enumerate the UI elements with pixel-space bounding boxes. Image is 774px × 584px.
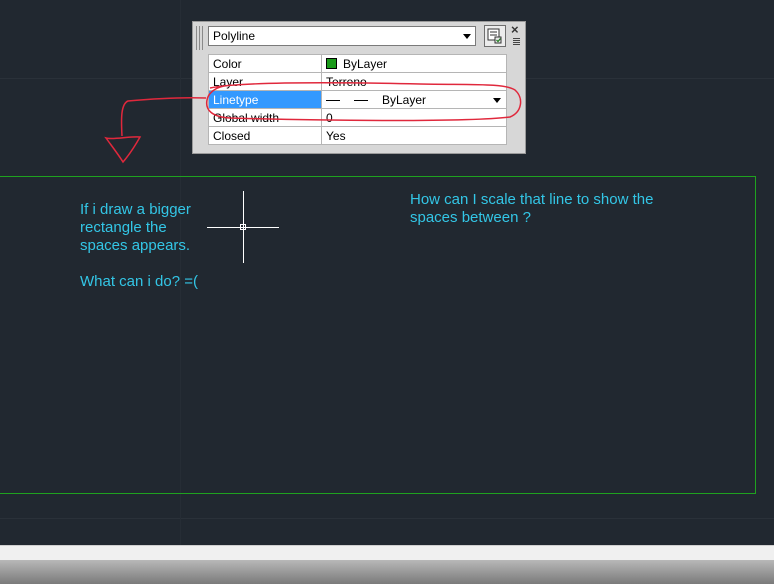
- object-type-value: Polyline: [213, 29, 256, 43]
- chevron-down-icon: [463, 34, 471, 39]
- property-name: Closed: [208, 126, 322, 145]
- pickbox: [240, 224, 246, 230]
- linetype-value: ByLayer: [382, 92, 427, 107]
- property-value-color[interactable]: ByLayer: [321, 54, 507, 73]
- property-row-color[interactable]: Color ByLayer: [208, 54, 507, 73]
- quick-properties-palette[interactable]: Polyline × Color ByLayer Layer Terreno L…: [192, 21, 526, 154]
- property-value-closed[interactable]: Yes: [321, 126, 507, 145]
- quick-select-button[interactable]: [484, 25, 506, 47]
- linetype-preview: [326, 99, 340, 101]
- property-value-global-width[interactable]: 0: [321, 108, 507, 127]
- annotation-arrow-head: [104, 136, 142, 164]
- linetype-dropdown[interactable]: ByLayer: [321, 90, 507, 109]
- note-right: How can I scale that line to show the sp…: [410, 191, 654, 226]
- palette-menu-icon[interactable]: [513, 38, 520, 45]
- grid-line: [0, 518, 774, 519]
- properties-table: Color ByLayer Layer Terreno Linetype ByL…: [208, 54, 507, 145]
- horizontal-scrollbar[interactable]: [0, 545, 774, 561]
- property-row-layer[interactable]: Layer Terreno: [208, 72, 507, 91]
- note-left: If i draw a bigger rectangle the spaces …: [80, 201, 198, 290]
- close-icon[interactable]: ×: [511, 23, 519, 37]
- status-bar: [0, 560, 774, 584]
- quick-select-icon: [487, 28, 502, 44]
- color-swatch: [326, 57, 337, 69]
- color-value: ByLayer: [343, 56, 388, 71]
- property-name: Layer: [208, 72, 322, 91]
- property-name: Global width: [208, 108, 322, 127]
- property-name: Color: [208, 54, 322, 73]
- property-row-linetype[interactable]: Linetype ByLayer: [208, 90, 507, 109]
- property-row-global-width[interactable]: Global width 0: [208, 108, 507, 127]
- property-name: Linetype: [208, 90, 322, 109]
- linetype-preview: [354, 99, 368, 101]
- property-row-closed[interactable]: Closed Yes: [208, 126, 507, 145]
- object-type-select[interactable]: Polyline: [208, 26, 476, 46]
- palette-grip-handle[interactable]: [196, 26, 204, 50]
- property-value-layer[interactable]: Terreno: [321, 72, 507, 91]
- chevron-down-icon[interactable]: [493, 98, 501, 103]
